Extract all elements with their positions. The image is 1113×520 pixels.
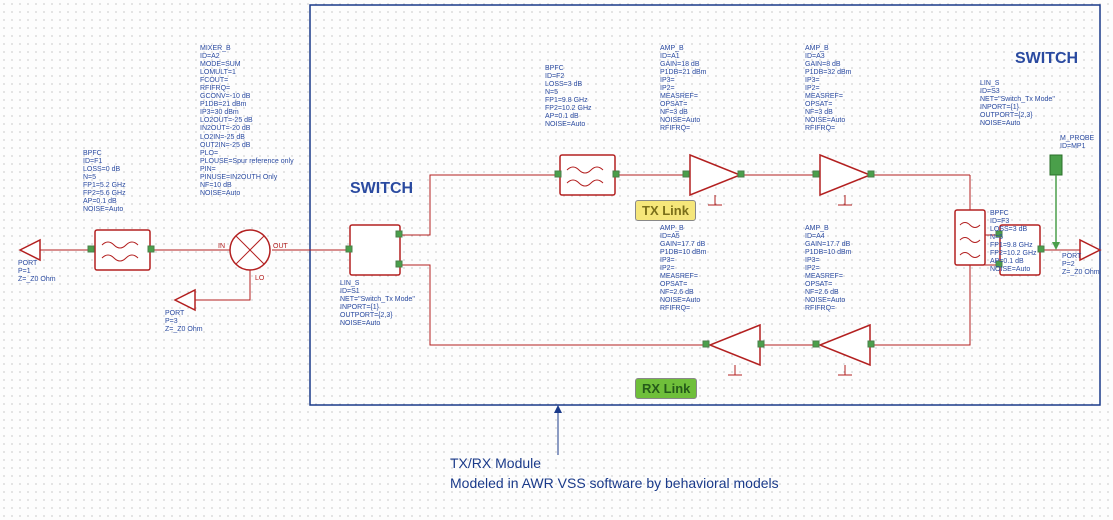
port-p1-params: PORT P=1 Z=_Z0 Ohm	[18, 260, 56, 284]
port-p3-params: PORT P=3 Z=_Z0 Ohm	[165, 310, 203, 334]
bpfc-f1-params: BPFC ID=F1 LOSS=0 dB N=5 FP1=5.2 GHz FP2…	[83, 150, 126, 214]
mixer-a2-params: MIXER_B ID=A2 MODE=SUM LOMULT=1 FCOUT= R…	[200, 45, 294, 198]
switch-label-left: SWITCH	[350, 180, 413, 198]
mprobe-params: M_PROBE ID=MP1	[1060, 135, 1094, 151]
port-p3	[175, 290, 195, 310]
switch-s1-params: LIN_S ID=S1 NET="Switch_Tx Mode" INPORT=…	[340, 280, 415, 328]
switch-s1	[346, 225, 402, 275]
amp-a3	[820, 155, 870, 205]
amp-a5	[710, 325, 760, 375]
port-p1	[20, 240, 40, 260]
m-probe	[1050, 155, 1062, 250]
switch-label-right: SWITCH	[1015, 50, 1078, 68]
switch-s3-params: LIN_S ID=S3 NET="Switch_Tx Mode" INPORT=…	[980, 80, 1055, 128]
amp-a3-params: AMP_B ID=A3 GAIN=8 dB P1DB=32 dBm IP3= I…	[805, 45, 852, 134]
tx-link-badge: TX Link	[635, 200, 696, 221]
rx-link-badge: RX Link	[635, 378, 697, 399]
caption-line2: Modeled in AWR VSS software by behaviora…	[450, 475, 779, 491]
caption-line1: TX/RX Module	[450, 455, 541, 471]
mixer-in-label: IN	[218, 243, 225, 251]
bpfc-f2	[560, 155, 615, 195]
amp-a4	[820, 325, 870, 375]
mixer-lo-label: LO	[255, 275, 264, 283]
bpfc-f1	[95, 230, 150, 270]
amp-a1-params: AMP_B ID=A1 GAIN=18 dB P1DB=21 dBm IP3= …	[660, 45, 707, 134]
amp-a1	[690, 155, 740, 205]
port-p2-params: PORT P=2 Z=_Z0 Ohm	[1062, 253, 1100, 277]
amp-a5-params: AMP_B ID=A5 GAIN=17.7 dB P1DB=10 dBm IP3…	[660, 225, 707, 314]
amp-a4-params: AMP_B ID=A4 GAIN=17.7 dB P1DB=10 dBm IP3…	[805, 225, 852, 314]
bpfc-f3-params: BPFC ID=F3 LOSS=3 dB N=5 FP1=9.8 GHz FP2…	[990, 210, 1037, 274]
mixer-out-label: OUT	[273, 243, 288, 251]
mixer-a2	[230, 230, 270, 270]
bpfc-f2-params: BPFC ID=F2 LOSS=3 dB N=5 FP1=9.8 GHz FP2…	[545, 65, 592, 129]
